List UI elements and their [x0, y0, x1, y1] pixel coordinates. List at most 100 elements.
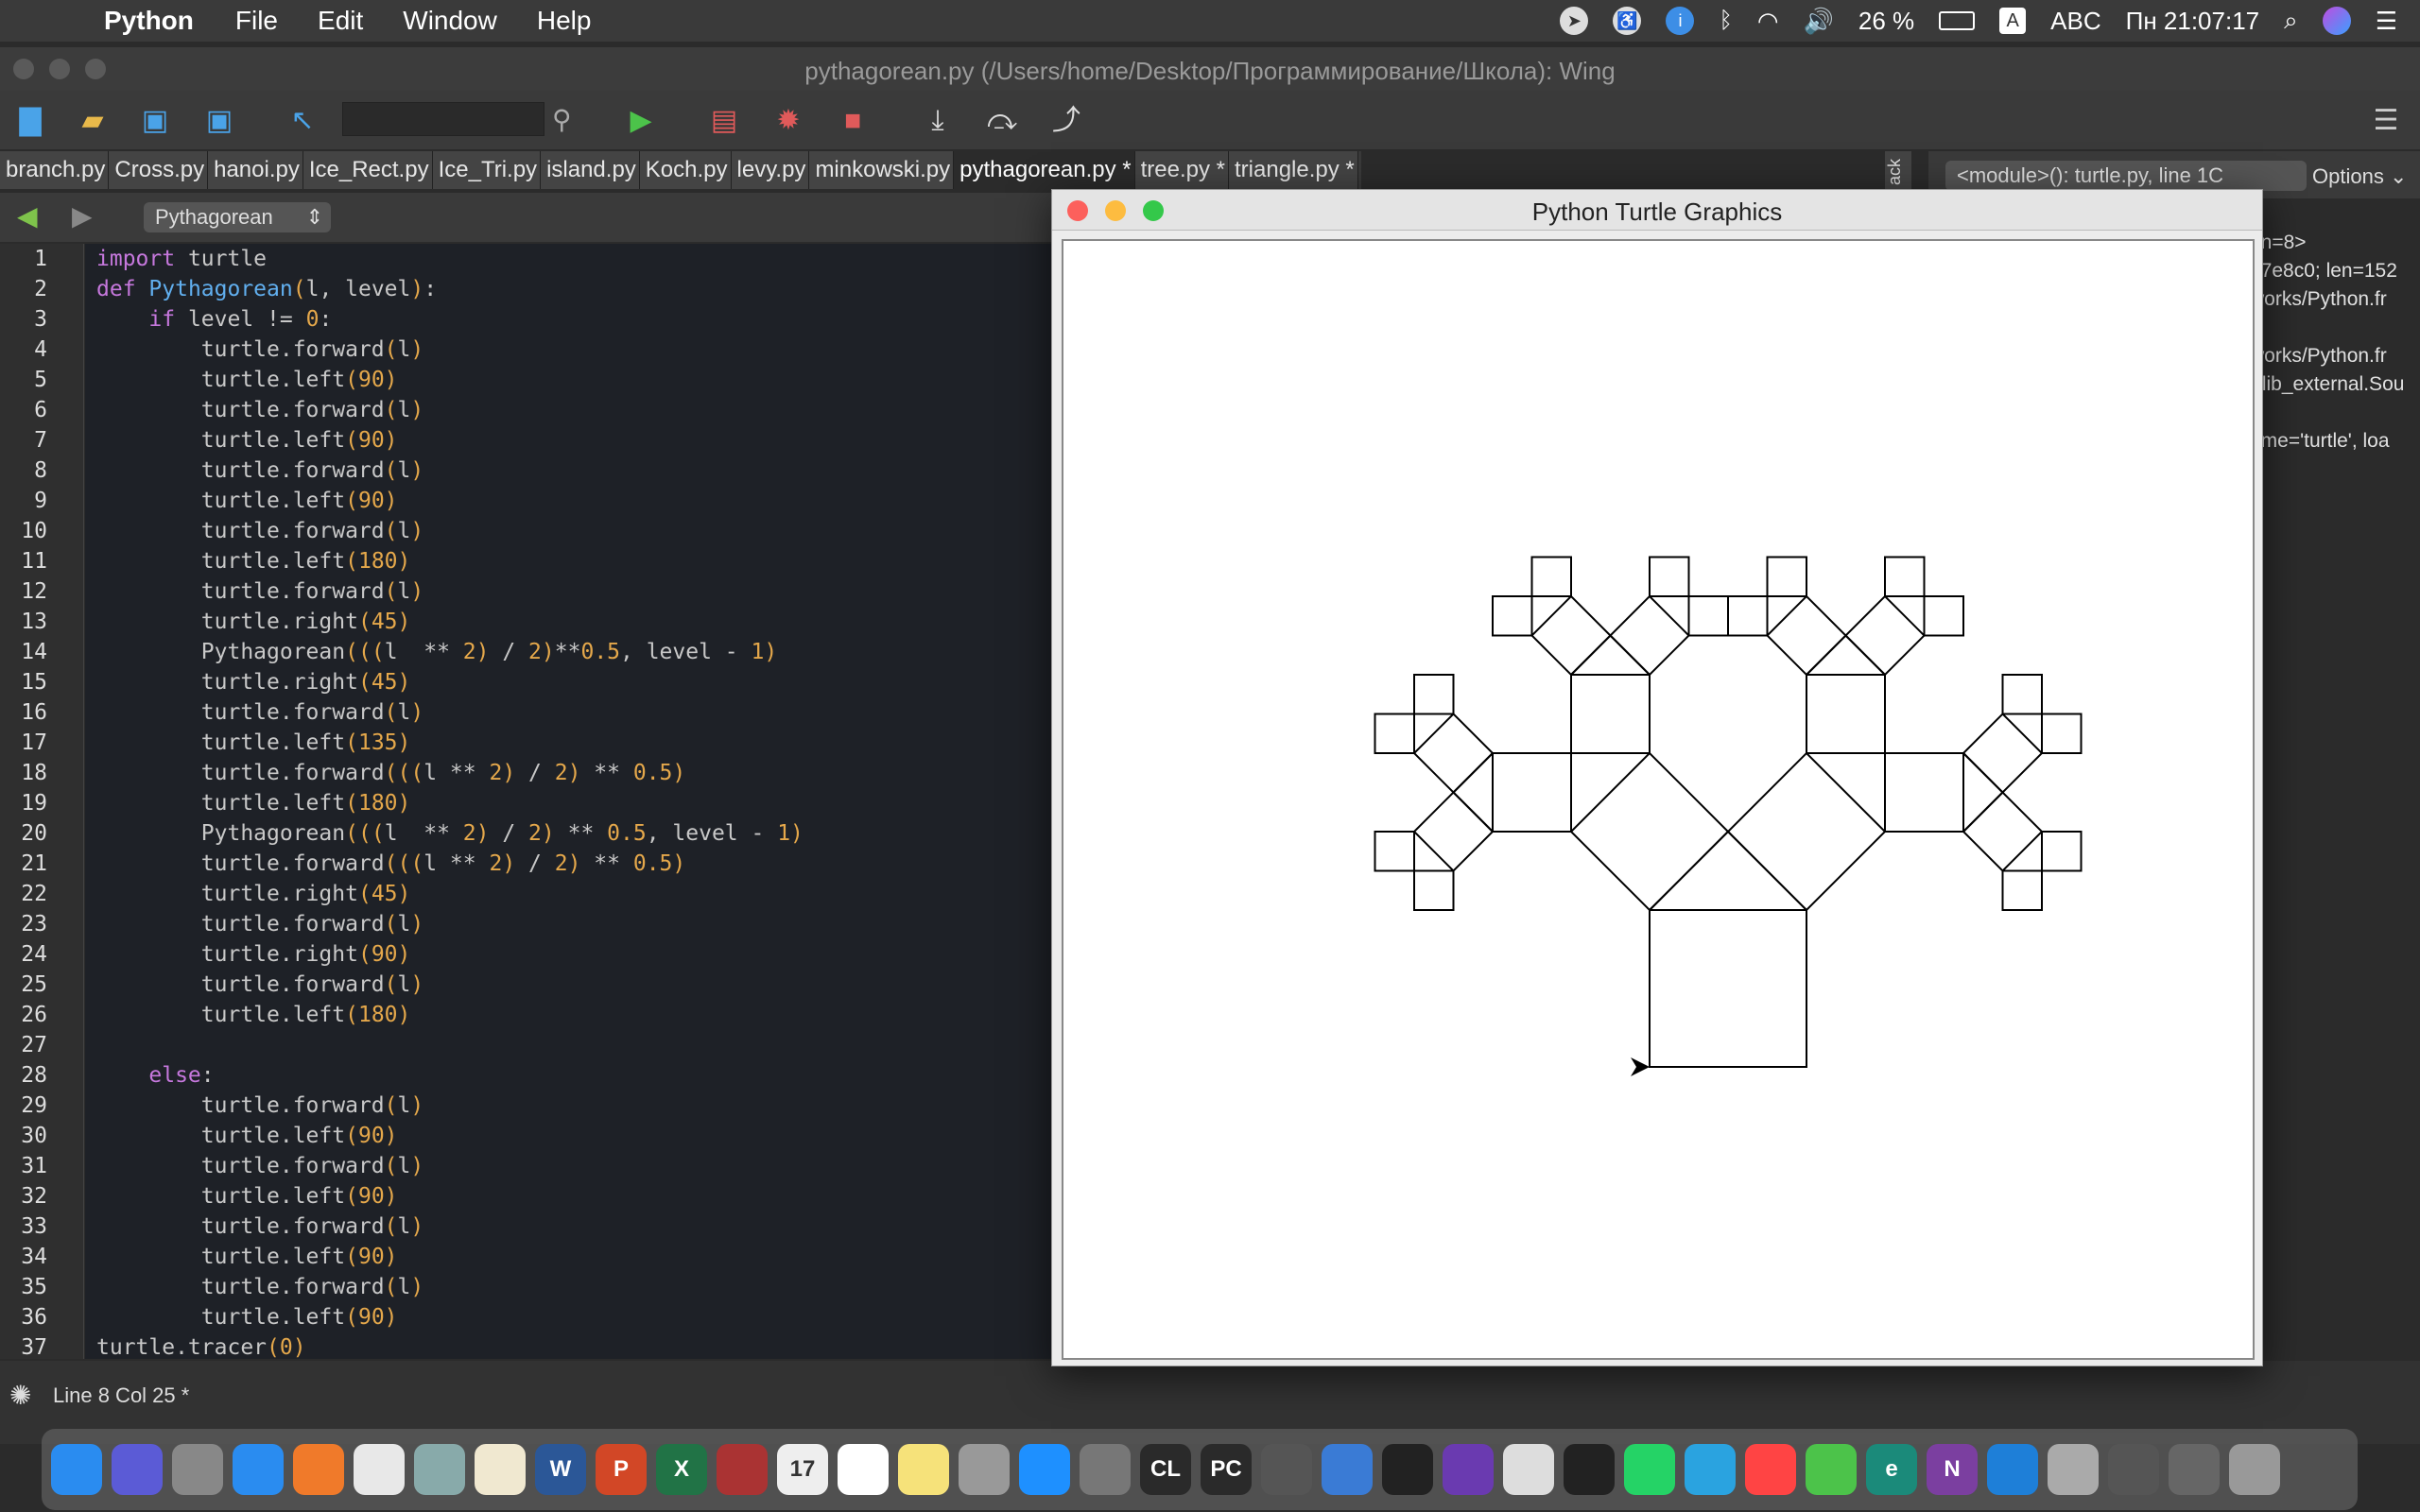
- terminal-icon[interactable]: [1382, 1444, 1433, 1495]
- wifi-icon[interactable]: ◠: [1757, 7, 1779, 36]
- code-line[interactable]: Pythagorean(((l ** 2) / 2)**0.5, level -…: [85, 637, 1059, 667]
- code-line[interactable]: turtle.forward(l): [85, 455, 1059, 486]
- options-menu[interactable]: Options ⌄: [2312, 164, 2407, 189]
- code-line[interactable]: turtle.left(90): [85, 486, 1059, 516]
- word-icon[interactable]: W: [535, 1444, 586, 1495]
- accessibility-icon[interactable]: ♿: [1613, 7, 1642, 35]
- activity-monitor-icon[interactable]: [1564, 1444, 1615, 1495]
- chrome-icon[interactable]: [354, 1444, 405, 1495]
- music-icon[interactable]: [1745, 1444, 1796, 1495]
- step-over-icon[interactable]: ⤼: [985, 104, 1019, 138]
- search-icon[interactable]: ⚲: [552, 104, 572, 135]
- turtle-canvas[interactable]: [1062, 239, 2255, 1360]
- system-preferences-icon[interactable]: [1080, 1444, 1131, 1495]
- tab-hanoi-py[interactable]: hanoi.py: [208, 151, 303, 189]
- tab-levy-py[interactable]: levy.py: [731, 151, 810, 189]
- firefox-icon[interactable]: [293, 1444, 344, 1495]
- code-line[interactable]: turtle.left(180): [85, 788, 1059, 818]
- script-editor-icon[interactable]: [1503, 1444, 1554, 1495]
- bug-icon[interactable]: ✹: [771, 104, 805, 138]
- scope-selector[interactable]: Pythagorean ⇕: [144, 202, 331, 232]
- code-line[interactable]: turtle.forward(l): [85, 697, 1059, 728]
- launchpad-icon[interactable]: [172, 1444, 223, 1495]
- textedit-icon[interactable]: [475, 1444, 526, 1495]
- siri-icon[interactable]: [2322, 7, 2351, 35]
- forward-arrow-icon[interactable]: ▶: [72, 200, 93, 232]
- clock[interactable]: Пн 21:07:17: [2126, 7, 2259, 36]
- tab-ice-rect-py[interactable]: Ice_Rect.py: [302, 151, 433, 189]
- save-icon[interactable]: ▣: [138, 104, 172, 138]
- location-icon[interactable]: ➤: [1560, 7, 1589, 35]
- calendar-icon[interactable]: 17: [777, 1444, 828, 1495]
- open-folder-icon[interactable]: ▰: [76, 104, 110, 138]
- volume-icon[interactable]: 🔊: [1804, 7, 1834, 36]
- code-line[interactable]: def Pythagorean(l, level):: [85, 274, 1059, 304]
- preview-icon[interactable]: [414, 1444, 465, 1495]
- code-line[interactable]: turtle.left(180): [85, 546, 1059, 576]
- tab-island-py[interactable]: island.py: [541, 151, 640, 189]
- code-line[interactable]: turtle.forward(l): [85, 516, 1059, 546]
- code-line[interactable]: turtle.left(90): [85, 425, 1059, 455]
- app-store-icon[interactable]: [1019, 1444, 1070, 1495]
- window-icon[interactable]: [2169, 1444, 2220, 1495]
- notes-icon[interactable]: [898, 1444, 949, 1495]
- code-line[interactable]: turtle.left(135): [85, 728, 1059, 758]
- pencil-icon[interactable]: [2048, 1444, 2099, 1495]
- code-line[interactable]: [85, 1030, 1059, 1060]
- onedrive-icon[interactable]: [1987, 1444, 2038, 1495]
- code-line[interactable]: turtle.forward(((l ** 2) / 2) ** 0.5): [85, 758, 1059, 788]
- menu-app-name[interactable]: Python: [104, 6, 194, 36]
- code-line[interactable]: turtle.left(180): [85, 1000, 1059, 1030]
- menu-file[interactable]: File: [235, 6, 278, 36]
- finder-icon[interactable]: [51, 1444, 102, 1495]
- tab-branch-py[interactable]: branch.py: [0, 151, 110, 189]
- reminders-icon[interactable]: [838, 1444, 889, 1495]
- code-line[interactable]: turtle.forward(l): [85, 1272, 1059, 1302]
- code-line[interactable]: Pythagorean(((l ** 2) / 2) ** 0.5, level…: [85, 818, 1059, 849]
- code-line[interactable]: turtle.forward(l): [85, 1151, 1059, 1181]
- code-line[interactable]: turtle.left(90): [85, 1242, 1059, 1272]
- siri-icon[interactable]: [112, 1444, 163, 1495]
- code-line[interactable]: turtle.left(90): [85, 1121, 1059, 1151]
- spotlight-icon[interactable]: ⌕: [2284, 6, 2298, 36]
- code-editor[interactable]: import turtle def Pythagorean(l, level): …: [85, 244, 1059, 1359]
- code-line[interactable]: turtle.forward(l): [85, 395, 1059, 425]
- code-line[interactable]: turtle.forward(l): [85, 909, 1059, 939]
- code-line[interactable]: turtle.forward(l): [85, 576, 1059, 607]
- code-line[interactable]: turtle.forward(l): [85, 335, 1059, 365]
- code-line[interactable]: turtle.forward(l): [85, 970, 1059, 1000]
- code-line[interactable]: import turtle: [85, 244, 1059, 274]
- input-source[interactable]: ABC: [2050, 7, 2100, 36]
- step-into-icon[interactable]: ⤓: [921, 104, 955, 138]
- code-line[interactable]: turtle.left(90): [85, 1181, 1059, 1211]
- find-my-icon[interactable]: [1806, 1444, 1857, 1495]
- code-line[interactable]: turtle.left(90): [85, 1302, 1059, 1332]
- telegram-icon[interactable]: [1685, 1444, 1736, 1495]
- code-line[interactable]: turtle.right(90): [85, 939, 1059, 970]
- code-line[interactable]: turtle.right(45): [85, 607, 1059, 637]
- code-line[interactable]: if level != 0:: [85, 304, 1059, 335]
- code-line[interactable]: turtle.forward(l): [85, 1091, 1059, 1121]
- menu-edit[interactable]: Edit: [318, 6, 363, 36]
- feather-icon[interactable]: [1261, 1444, 1312, 1495]
- menu-window[interactable]: Window: [403, 6, 497, 36]
- new-file-icon[interactable]: ▇: [13, 104, 47, 138]
- code-line[interactable]: else:: [85, 1060, 1059, 1091]
- input-source-badge[interactable]: A: [1999, 8, 2027, 34]
- debug-file-icon[interactable]: ▤: [707, 104, 741, 138]
- code-line[interactable]: turtle.forward(l): [85, 1211, 1059, 1242]
- save-all-icon[interactable]: ▣: [202, 104, 236, 138]
- tab-koch-py[interactable]: Koch.py: [639, 151, 732, 189]
- code-line[interactable]: turtle.left(90): [85, 365, 1059, 395]
- imovie-icon[interactable]: [1443, 1444, 1494, 1495]
- pycharm-icon[interactable]: PC: [1201, 1444, 1252, 1495]
- battery-percent[interactable]: 26 %: [1858, 7, 1914, 36]
- bluetooth-icon[interactable]: ᛒ: [1719, 8, 1732, 34]
- select-pointer-icon[interactable]: ↖: [285, 104, 320, 138]
- toolbar-search-input[interactable]: [342, 102, 544, 136]
- stop-icon[interactable]: ■: [836, 104, 870, 138]
- calculator-icon[interactable]: [959, 1444, 1010, 1495]
- excel-icon[interactable]: X: [656, 1444, 707, 1495]
- tab-ice-tri-py[interactable]: Ice_Tri.py: [432, 151, 542, 189]
- xcode-icon[interactable]: [1322, 1444, 1373, 1495]
